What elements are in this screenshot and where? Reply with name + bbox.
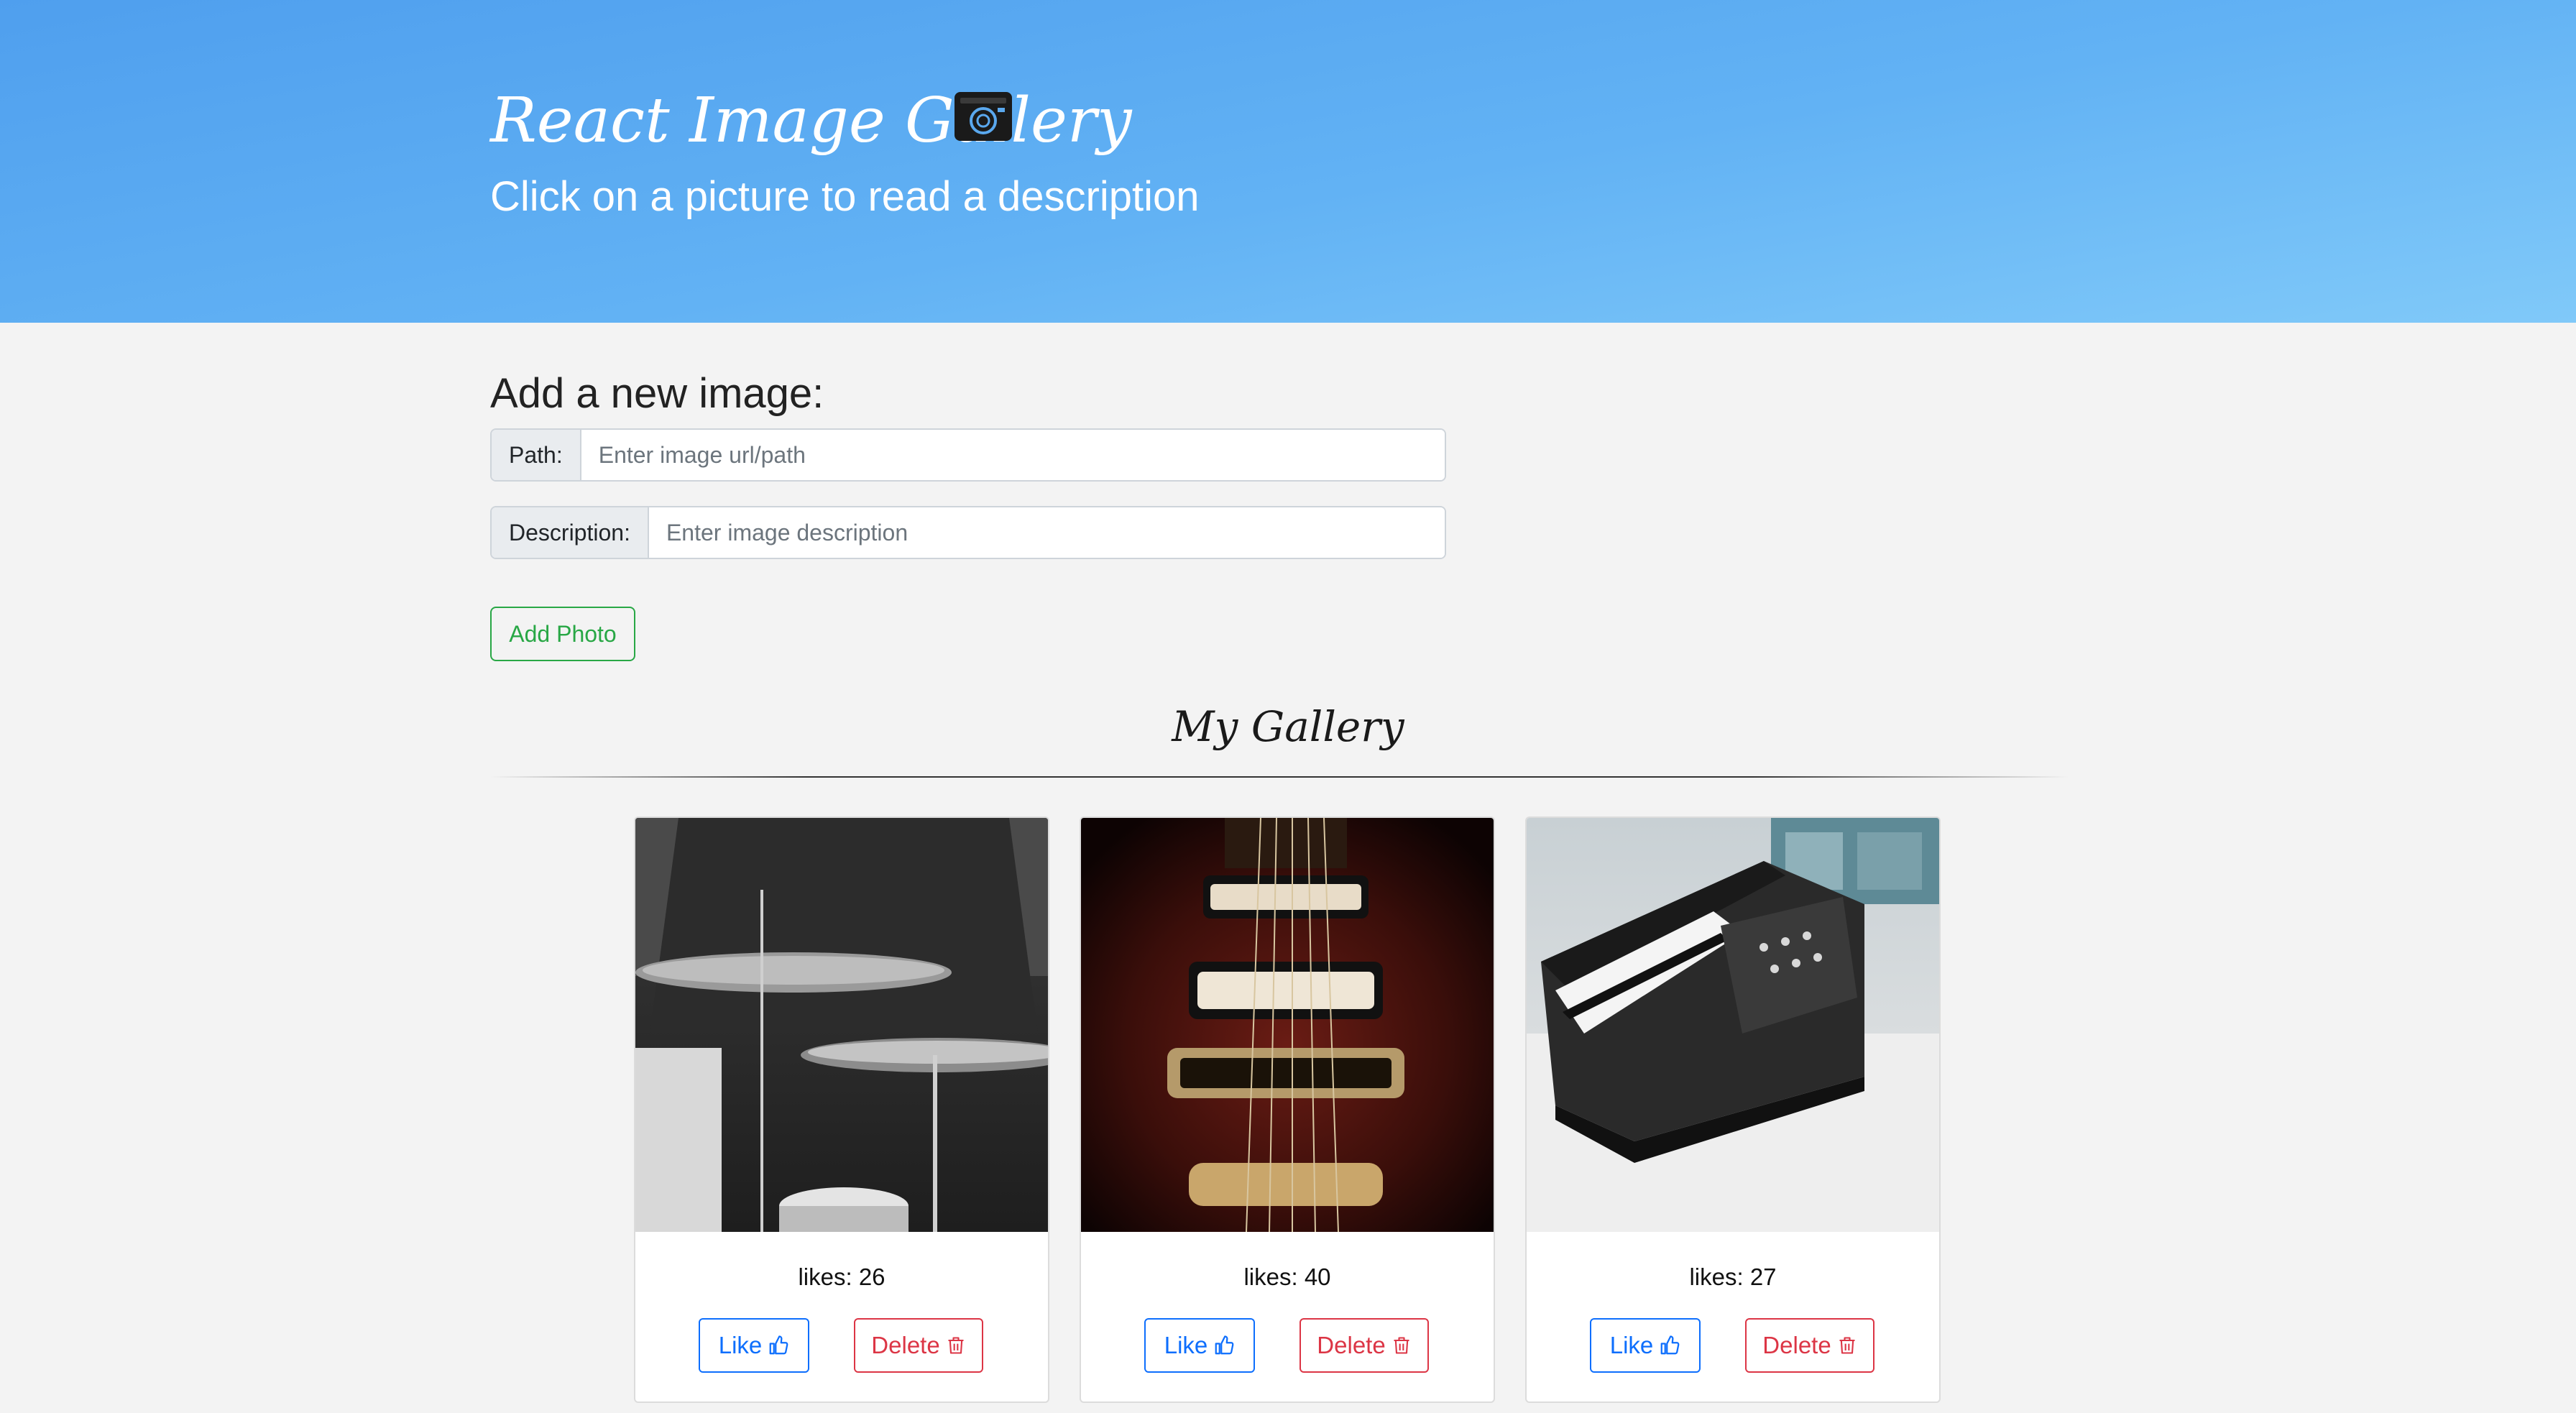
likes-count: likes: 26 (798, 1264, 886, 1290)
page-title: React Image Gallery (490, 85, 1132, 157)
likes-count: likes: 27 (1689, 1264, 1777, 1290)
delete-button[interactable]: Delete (854, 1318, 983, 1373)
delete-label: Delete (1317, 1332, 1386, 1358)
path-input[interactable] (581, 430, 1445, 480)
delete-label: Delete (1762, 1332, 1831, 1358)
gallery-divider (490, 776, 2069, 778)
camera-icon (954, 92, 1012, 141)
gallery-card: likes: 40 Like Delete (1080, 816, 1495, 1403)
add-image-heading: Add a new image: (490, 370, 824, 417)
trash-icon (1394, 1337, 1409, 1354)
delete-button[interactable]: Delete (1745, 1318, 1874, 1373)
thumbs-up-icon (1215, 1335, 1234, 1355)
electric-guitar-photo[interactable] (1081, 818, 1494, 1232)
like-button[interactable]: Like (1590, 1318, 1701, 1373)
page-subtitle: Click on a picture to read a description (490, 173, 1200, 220)
description-label: Description: (492, 507, 649, 558)
gallery-card: likes: 27 Like Delete (1525, 816, 1941, 1403)
add-photo-button[interactable]: Add Photo (490, 607, 635, 661)
delete-label: Delete (871, 1332, 940, 1358)
thumbs-up-icon (1660, 1335, 1680, 1355)
description-input-group: Description: (490, 506, 1446, 559)
description-input[interactable] (648, 507, 1445, 558)
trash-icon (1839, 1337, 1855, 1354)
like-button[interactable]: Like (1144, 1318, 1255, 1373)
path-label: Path: (492, 430, 581, 480)
header-banner: React Image Gallery Click on a picture t… (0, 0, 2576, 323)
synthesizer-photo[interactable] (1527, 818, 1939, 1232)
thumbs-up-icon (769, 1335, 788, 1355)
like-label: Like (1164, 1332, 1208, 1358)
gallery-card: likes: 26 Like Delete (634, 816, 1049, 1403)
like-label: Like (1609, 1332, 1654, 1358)
delete-button[interactable]: Delete (1300, 1318, 1429, 1373)
path-input-group: Path: (490, 428, 1446, 482)
drummer-photo[interactable] (635, 818, 1048, 1232)
like-button[interactable]: Like (699, 1318, 809, 1373)
likes-count: likes: 40 (1243, 1264, 1331, 1290)
gallery-title: My Gallery (1172, 702, 1404, 751)
like-label: Like (718, 1332, 763, 1358)
trash-icon (948, 1337, 964, 1354)
